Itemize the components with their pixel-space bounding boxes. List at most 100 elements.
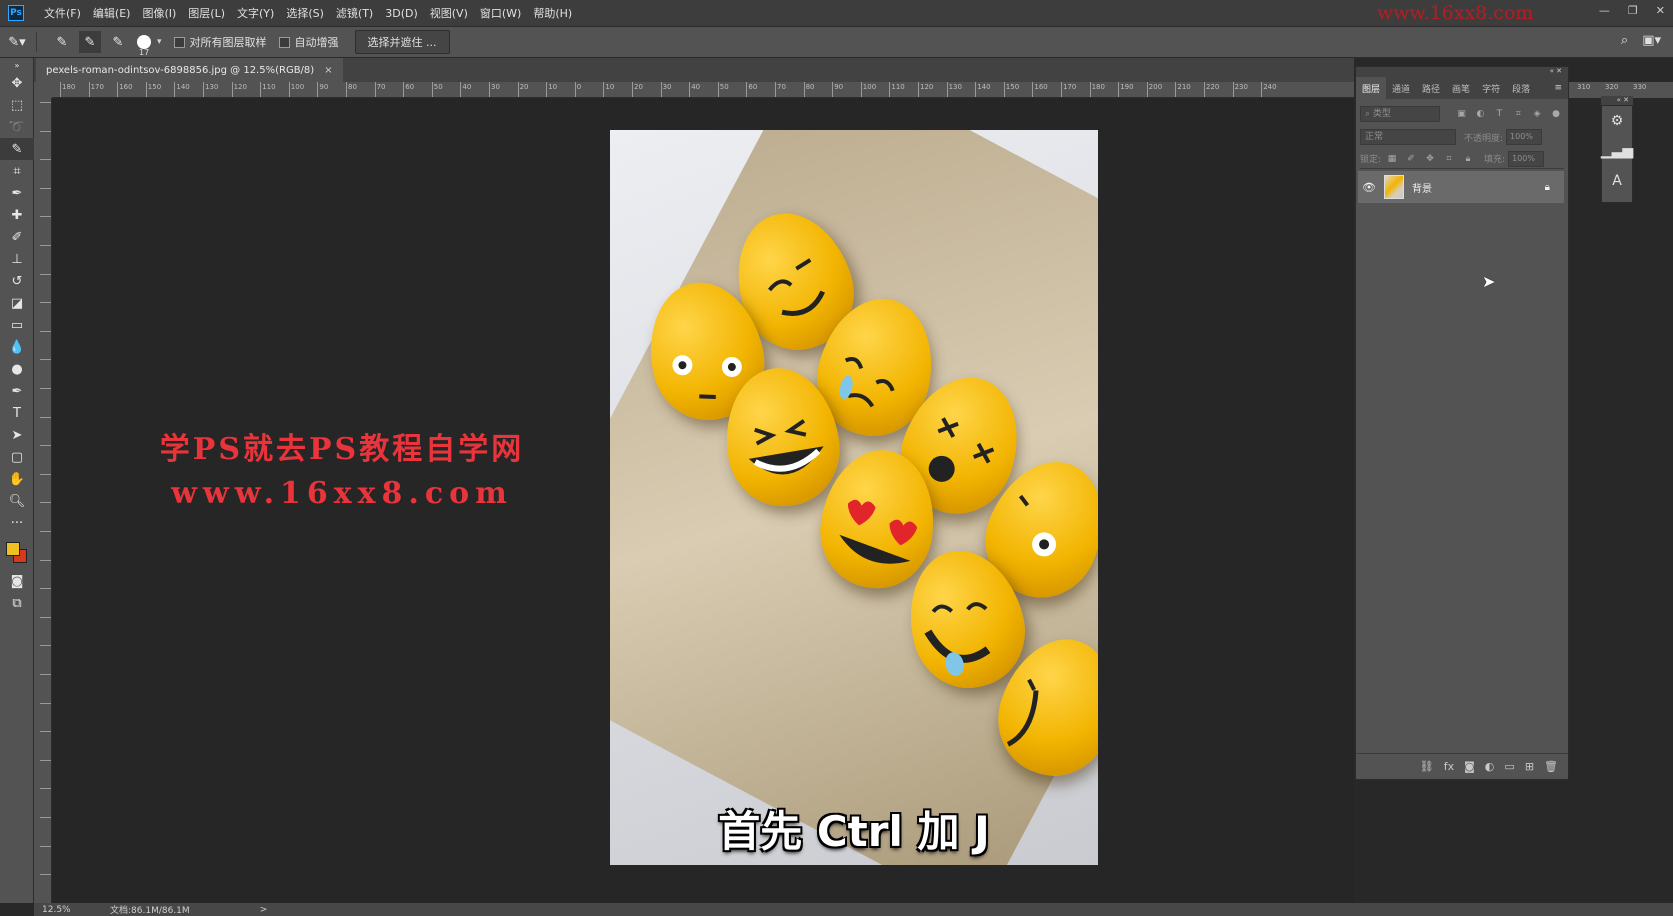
blur-tool-icon[interactable]: 💧	[0, 336, 34, 358]
eraser-tool-icon[interactable]: ◪	[0, 292, 34, 314]
tab-character[interactable]: 字符	[1476, 82, 1506, 95]
blend-mode-dropdown[interactable]: 正常	[1360, 129, 1456, 145]
select-and-mask-button[interactable]: 选择并遮住 ...	[354, 30, 450, 54]
layer-filter-dropdown[interactable]: ⌕ 类型	[1360, 106, 1440, 122]
screen-mode-icon[interactable]: ⧉	[0, 592, 34, 614]
menu-3d[interactable]: 3D(D)	[379, 7, 424, 20]
lock-image-icon[interactable]: ✐	[1403, 154, 1419, 164]
lock-icon[interactable]: 🔒︎	[1545, 182, 1550, 193]
new-selection-icon[interactable]: ✎	[51, 31, 73, 53]
hand-tool-icon[interactable]: ✋	[0, 468, 34, 490]
menu-select[interactable]: 选择(S)	[280, 5, 330, 21]
canvas-area[interactable]: 学PS就去PS教程自学网 www.16xx8.com 首先 Ctrl 加 J	[52, 98, 1354, 903]
photoshop-logo[interactable]: Ps	[8, 5, 24, 21]
quick-mask-icon[interactable]: ◙	[0, 570, 34, 592]
filter-toggle-icon[interactable]: ●	[1548, 109, 1564, 119]
new-group-icon[interactable]: ▭	[1504, 760, 1514, 773]
more-tools-icon[interactable]: ···	[0, 512, 34, 534]
filter-adjustment-icon[interactable]: ◐	[1472, 109, 1488, 119]
healing-brush-tool-icon[interactable]: ✚	[0, 204, 34, 226]
lock-artboard-icon[interactable]: ⌗	[1441, 154, 1457, 164]
filter-type-icon[interactable]: T	[1491, 109, 1507, 119]
filter-pixel-icon[interactable]: ▣	[1454, 109, 1470, 119]
history-brush-tool-icon[interactable]: ↺	[0, 270, 34, 292]
menu-window[interactable]: 窗口(W)	[474, 5, 527, 21]
panel-menu-icon[interactable]: ≡	[1554, 83, 1562, 93]
auto-enhance-checkbox[interactable]	[278, 36, 290, 48]
brush-tool-icon[interactable]: ✐	[0, 226, 34, 248]
pen-tool-icon[interactable]: ✒	[0, 380, 34, 402]
ruler-tick	[40, 502, 51, 504]
tab-paths[interactable]: 路径	[1416, 82, 1446, 95]
status-menu-arrow[interactable]: >	[260, 905, 268, 915]
adjustment-layer-icon[interactable]: ◐	[1485, 760, 1495, 773]
marquee-tool-icon[interactable]: ⬚	[0, 94, 34, 116]
clone-stamp-tool-icon[interactable]: ⊥	[0, 248, 34, 270]
tab-paragraph[interactable]: 段落	[1506, 82, 1536, 95]
tab-channels[interactable]: 通道	[1386, 82, 1416, 95]
add-to-selection-icon[interactable]: ✎	[79, 31, 101, 53]
filter-shape-icon[interactable]: ⌗	[1510, 109, 1526, 119]
ruler-tick-label: 110	[262, 83, 276, 91]
histogram-icon[interactable]: ▁▃▅	[1601, 136, 1633, 166]
panel-collapse-icon[interactable]: « ✕	[1356, 67, 1568, 77]
shape-tool-icon[interactable]: ▢	[0, 446, 34, 468]
type-tool-icon[interactable]: T	[0, 402, 34, 424]
path-selection-tool-icon[interactable]: ➤	[0, 424, 34, 446]
workspace-icon[interactable]: ▣▾	[1642, 33, 1661, 48]
menu-edit[interactable]: 编辑(E)	[87, 5, 137, 21]
document-image[interactable]: 首先 Ctrl 加 J	[610, 130, 1098, 865]
lock-all-icon[interactable]: 🔒︎	[1460, 154, 1476, 164]
filter-smart-object-icon[interactable]: ◈	[1529, 109, 1545, 119]
subtract-selection-icon[interactable]: ✎	[107, 31, 129, 53]
lock-position-icon[interactable]: ✥	[1422, 154, 1438, 164]
tab-brushes[interactable]: 画笔	[1446, 82, 1476, 95]
crop-tool-icon[interactable]: ⌗	[0, 160, 34, 182]
menu-layer[interactable]: 图层(L)	[182, 5, 231, 21]
add-mask-icon[interactable]: ◙	[1464, 760, 1475, 773]
close-icon[interactable]: ✕	[1656, 4, 1665, 17]
ruler-tick	[288, 82, 290, 97]
menu-filter[interactable]: 滤镜(T)	[330, 5, 379, 21]
tab-layers[interactable]: 图层	[1356, 77, 1387, 99]
lock-transparent-icon[interactable]: ▦	[1384, 154, 1400, 164]
search-icon[interactable]: ⌕	[1621, 33, 1628, 48]
minimize-icon[interactable]: —	[1599, 4, 1610, 17]
menu-type[interactable]: 文字(Y)	[231, 5, 280, 21]
restore-icon[interactable]: ❐	[1628, 4, 1638, 17]
zoom-tool-icon[interactable]: 🔍︎	[0, 490, 34, 512]
layer-row[interactable]: 👁︎ 背景 🔒︎	[1358, 171, 1564, 203]
move-tool-icon[interactable]: ✥	[0, 72, 34, 94]
fx-icon[interactable]: fx	[1444, 760, 1454, 773]
dodge-tool-icon[interactable]: ●	[0, 358, 34, 380]
opacity-field[interactable]: 100%	[1506, 129, 1543, 145]
delete-layer-icon[interactable]: 🗑︎	[1544, 760, 1558, 773]
menu-file[interactable]: 文件(F)	[38, 5, 87, 21]
lasso-tool-icon[interactable]: ➰	[0, 116, 34, 138]
toolbar-collapse-icon[interactable]: »	[0, 58, 34, 72]
ruler-tick	[1204, 82, 1205, 97]
close-icon[interactable]: ×	[324, 65, 332, 76]
tool-preset-icon[interactable]: ✎▾	[6, 31, 28, 53]
visibility-eye-icon[interactable]: 👁︎	[1358, 181, 1380, 194]
eyedropper-tool-icon[interactable]: ✒	[0, 182, 34, 204]
mini-dock-collapse-icon[interactable]: « ✕	[1601, 96, 1633, 105]
glyphs-icon[interactable]: A	[1602, 166, 1632, 196]
quick-selection-tool-icon[interactable]: ✎	[0, 138, 34, 160]
menu-view[interactable]: 视图(V)	[424, 5, 474, 21]
chevron-down-icon[interactable]: ▾	[157, 37, 162, 47]
menu-image[interactable]: 图像(I)	[136, 5, 182, 21]
menu-help[interactable]: 帮助(H)	[527, 5, 578, 21]
ruler-tick	[574, 82, 576, 97]
gradient-tool-icon[interactable]: ▭	[0, 314, 34, 336]
brush-size-picker[interactable]: 17	[137, 35, 151, 57]
fill-field[interactable]: 100%	[1508, 150, 1545, 167]
foreground-color-swatch[interactable]	[6, 542, 20, 556]
zoom-level[interactable]: 12.5%	[42, 905, 102, 915]
sample-all-layers-checkbox[interactable]	[173, 36, 185, 48]
document-tab[interactable]: pexels-roman-odintsov-6898856.jpg @ 12.5…	[36, 58, 343, 82]
properties-icon[interactable]: ⚙	[1602, 106, 1632, 136]
new-layer-icon[interactable]: ⊞	[1525, 760, 1534, 773]
tools-panel: » ✥ ⬚ ➰ ✎ ⌗ ✒ ✚ ✐ ⊥ ↺ ◪ ▭ 💧 ● ✒ T ➤ ▢ ✋ …	[0, 58, 34, 903]
link-layers-icon[interactable]: ⛓	[1420, 760, 1434, 773]
